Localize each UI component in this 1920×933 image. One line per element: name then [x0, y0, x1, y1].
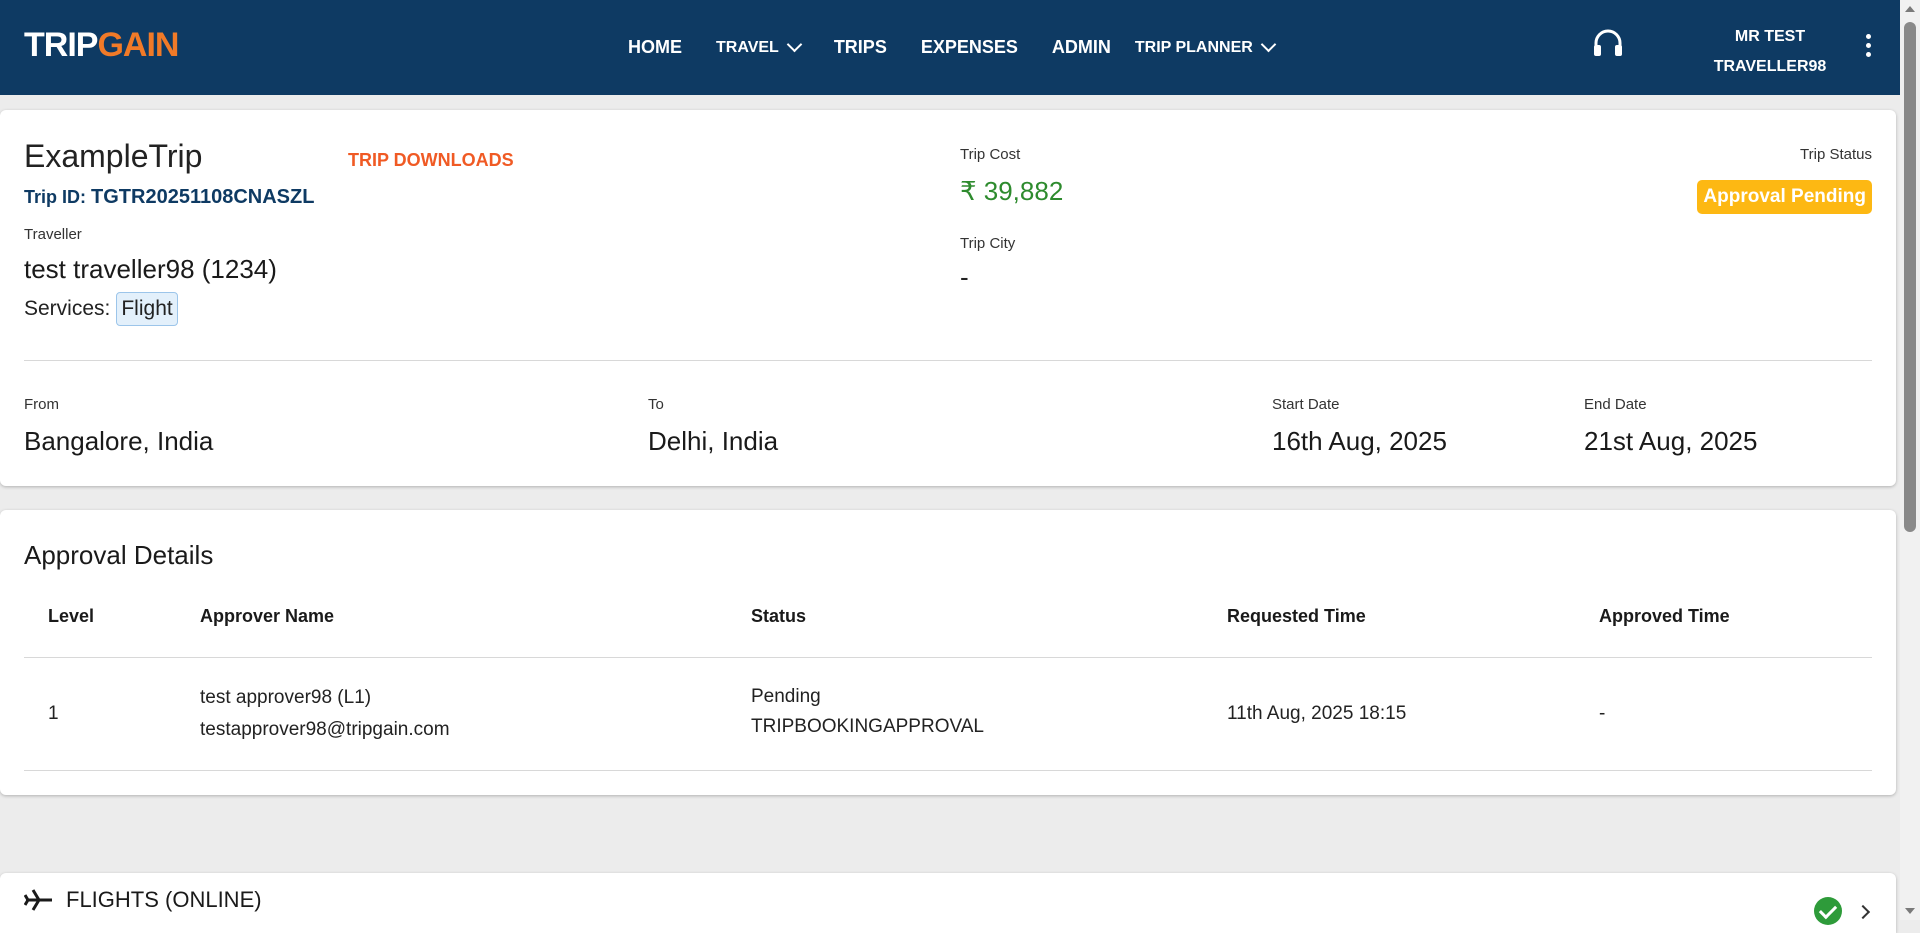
cell-requested-time: 11th Aug, 2025 18:15	[1227, 703, 1407, 724]
trip-cost-value: ₹ 39,882	[960, 176, 1064, 206]
trip-city-value: -	[960, 262, 969, 292]
nav-expenses[interactable]: EXPENSES	[921, 37, 1018, 58]
table-row-divider	[24, 770, 1872, 771]
headset-support-icon[interactable]	[1592, 28, 1624, 60]
traveller-label: Traveller	[24, 226, 82, 243]
tripgain-logo[interactable]: TRIPGAIN	[24, 26, 179, 65]
trip-status-label: Trip Status	[1800, 146, 1872, 163]
trip-summary-card: ExampleTrip TRIP DOWNLOADS Trip ID: TGTR…	[0, 110, 1896, 486]
services-row: Services: Flight	[24, 292, 178, 326]
nav-home[interactable]: HOME	[628, 37, 682, 58]
end-date-value: 21st Aug, 2025	[1584, 426, 1758, 456]
approval-details-title: Approval Details	[24, 540, 214, 570]
end-date-label: End Date	[1584, 396, 1647, 413]
vertical-scrollbar[interactable]	[1900, 0, 1920, 920]
trip-name: ExampleTrip	[24, 138, 203, 174]
nav-expenses-label: EXPENSES	[920, 37, 1018, 57]
nav-travel-label: TRAVEL	[716, 38, 779, 56]
services-label: Services:	[24, 297, 111, 320]
check-circle-icon	[1814, 897, 1842, 925]
flights-section-header[interactable]: FLIGHTS (ONLINE)	[0, 873, 1896, 933]
card-divider	[24, 360, 1872, 361]
start-date-value: 16th Aug, 2025	[1272, 426, 1447, 456]
nav-home-label: HOME	[628, 37, 682, 57]
column-header-requested-time: Requested Time	[1227, 606, 1366, 626]
nav-travel[interactable]: TRAVEL	[716, 36, 803, 57]
airplane-icon	[24, 889, 52, 911]
table-header-divider	[24, 657, 1872, 658]
approval-details-card: Approval Details Level Approver Name Sta…	[0, 510, 1896, 795]
flights-section-title: FLIGHTS (ONLINE)	[24, 887, 262, 913]
scrollbar-thumb[interactable]	[1904, 22, 1916, 532]
trip-id: Trip ID: TGTR20251108CNASZL	[24, 186, 314, 209]
trip-id-label: Trip ID:	[24, 187, 86, 207]
nav-trips-label: TRIPS	[833, 37, 887, 57]
user-name-line2: TRAVELLER98	[1713, 58, 1827, 75]
cell-approved-time: -	[1599, 703, 1606, 724]
chevron-down-icon	[786, 36, 803, 53]
column-header-approver-name: Approver Name	[200, 606, 335, 626]
nav-admin[interactable]: ADMIN	[1052, 37, 1111, 58]
trip-city-label: Trip City	[960, 235, 1016, 252]
nav-trip-planner-label: TRIP PLANNER	[1134, 38, 1253, 56]
trip-status-badge: Approval Pending	[1697, 180, 1872, 214]
start-date-label: Start Date	[1272, 396, 1340, 413]
cell-approver-name: test approver98 (L1)	[200, 687, 372, 708]
scroll-down-arrow-icon[interactable]	[1905, 908, 1915, 914]
traveller-value: test traveller98 (1234)	[24, 254, 277, 284]
column-header-status: Status	[751, 606, 807, 626]
chevron-right-icon[interactable]	[1855, 904, 1871, 920]
from-value: Bangalore, India	[24, 426, 214, 456]
cell-status-type: TRIPBOOKINGAPPROVAL	[751, 716, 984, 737]
main-nav: HOME TRAVEL TRIPS EXPENSES ADMIN TRIP PL…	[628, 0, 1308, 95]
flights-section-label: FLIGHTS (ONLINE)	[66, 887, 262, 912]
to-label: To	[648, 396, 664, 413]
nav-trips[interactable]: TRIPS	[834, 37, 887, 58]
cell-approver-email: testapprover98@tripgain.com	[200, 719, 450, 740]
more-options-icon[interactable]	[1866, 34, 1872, 61]
logo-text-gain: GAIN	[97, 26, 179, 64]
trip-downloads-link[interactable]: TRIP DOWNLOADS	[348, 150, 514, 171]
user-profile-name[interactable]: MR TEST TRAVELLER98	[1696, 22, 1844, 82]
logo-text-trip: TRIP	[24, 26, 98, 64]
nav-admin-label: ADMIN	[1051, 37, 1111, 57]
cell-status: Pending	[751, 686, 821, 707]
scroll-up-arrow-icon[interactable]	[1905, 6, 1915, 12]
column-header-level: Level	[48, 606, 95, 626]
from-label: From	[24, 396, 59, 413]
top-navigation-bar: TRIPGAIN HOME TRAVEL TRIPS EXPENSES ADMI…	[0, 0, 1900, 95]
chevron-down-icon	[1260, 36, 1277, 53]
trip-id-value: TGTR20251108CNASZL	[91, 186, 315, 208]
trip-cost-label: Trip Cost	[960, 146, 1021, 163]
cell-level: 1	[48, 703, 59, 724]
nav-trip-planner[interactable]: TRIP PLANNER	[1134, 36, 1277, 57]
service-chip-flight: Flight	[116, 292, 178, 326]
user-name-line1: MR TEST	[1734, 28, 1806, 45]
to-value: Delhi, India	[648, 426, 779, 456]
column-header-approved-time: Approved Time	[1599, 606, 1730, 626]
